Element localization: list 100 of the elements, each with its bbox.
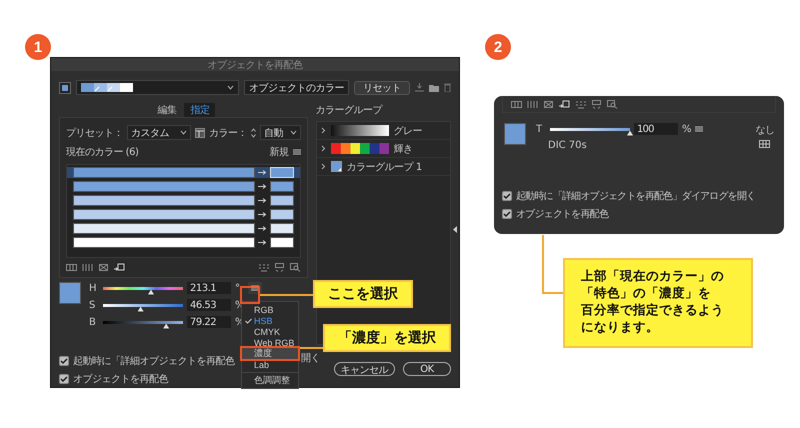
preset-dropdown[interactable]: カスタム bbox=[127, 125, 191, 140]
slider-thumb[interactable] bbox=[148, 290, 154, 294]
highlight-frame bbox=[240, 346, 300, 361]
checkbox[interactable] bbox=[502, 191, 512, 201]
arrow-icon bbox=[258, 198, 267, 203]
current-color-bar[interactable] bbox=[73, 209, 255, 220]
menu-item[interactable]: RGB bbox=[242, 304, 298, 315]
cancel-button[interactable]: キャンセル bbox=[334, 362, 395, 376]
checkbox[interactable] bbox=[59, 356, 69, 366]
ok-button[interactable]: OK bbox=[403, 362, 451, 376]
swatch-icon bbox=[330, 161, 342, 172]
color-group-dropdown[interactable] bbox=[76, 80, 239, 95]
section-header: カラーグループ bbox=[316, 104, 384, 117]
menu-icon[interactable] bbox=[695, 126, 703, 132]
current-color-bar[interactable] bbox=[73, 167, 255, 178]
arrow-grid-icon[interactable] bbox=[114, 263, 125, 272]
tab[interactable]: 指定 bbox=[184, 103, 216, 117]
arrow-grid-icon[interactable] bbox=[559, 100, 570, 108]
swatch-strip bbox=[81, 83, 133, 92]
checkbox-label: オブジェクトを再配色 bbox=[516, 208, 608, 221]
group-name: カラーグループ 1 bbox=[346, 160, 422, 174]
callout: 「濃度」を選択 bbox=[323, 324, 451, 352]
caret-icon[interactable] bbox=[227, 85, 234, 90]
gradient-swatch-strip bbox=[330, 125, 389, 136]
step-badge: 2 bbox=[485, 34, 511, 60]
arrow-icon bbox=[258, 184, 267, 189]
leader-line bbox=[300, 347, 323, 349]
checkbox[interactable] bbox=[502, 209, 512, 219]
caret-icon[interactable] bbox=[290, 130, 297, 135]
stepper-icon[interactable] bbox=[251, 128, 256, 138]
new-color-swatch[interactable] bbox=[270, 237, 294, 248]
slider-thumb[interactable] bbox=[138, 306, 144, 312]
name-field[interactable]: オブジェクトのカラー bbox=[244, 80, 349, 95]
caret-icon[interactable] bbox=[180, 130, 187, 135]
colors-label: カラー： bbox=[209, 126, 247, 140]
current-color-bar[interactable] bbox=[73, 223, 255, 234]
reset-button[interactable]: リセット bbox=[354, 80, 410, 94]
crossed-box-icon[interactable] bbox=[543, 100, 554, 108]
dots-icon[interactable] bbox=[575, 100, 586, 108]
value-field[interactable]: 79.22 bbox=[187, 316, 231, 328]
checkbox-label: 起動時に「詳細オブジェクトを再配色 bbox=[73, 354, 234, 368]
collapse-icon[interactable] bbox=[453, 226, 457, 233]
dots-icon[interactable] bbox=[258, 263, 269, 272]
checkbox-label: 起動時に「詳細オブジェクトを再配色」ダイアログを開く bbox=[516, 190, 756, 203]
value-field[interactable]: 46.53 bbox=[187, 299, 231, 311]
new-color-swatch[interactable] bbox=[270, 223, 294, 234]
bars-icon[interactable] bbox=[82, 263, 93, 272]
table-icon[interactable] bbox=[195, 128, 205, 138]
new-color-swatch[interactable] bbox=[270, 181, 294, 192]
magnifier-icon[interactable] bbox=[607, 100, 618, 108]
list-header: 現在のカラー (6) bbox=[66, 146, 138, 159]
multicolor-swatch-strip bbox=[330, 143, 389, 154]
slider-thumb[interactable] bbox=[627, 130, 633, 136]
color-row[interactable] bbox=[67, 167, 300, 178]
crossed-box-icon[interactable] bbox=[98, 263, 109, 272]
color-group-row[interactable]: カラーグループ 1 bbox=[316, 158, 450, 176]
color-swatch bbox=[59, 282, 81, 304]
checkbox[interactable] bbox=[59, 374, 69, 384]
grid-icon[interactable] bbox=[511, 100, 522, 108]
bars-icon[interactable] bbox=[527, 100, 538, 108]
current-color-bar[interactable] bbox=[73, 195, 255, 206]
swatch-icon[interactable] bbox=[59, 82, 71, 94]
menu-icon[interactable] bbox=[292, 149, 301, 155]
chevron-icon[interactable] bbox=[320, 163, 326, 170]
colors-dropdown[interactable]: 自動 bbox=[260, 125, 301, 140]
note-text: 上部「現在のカラー」の bbox=[581, 268, 725, 285]
magnifier-icon[interactable] bbox=[290, 263, 301, 272]
menu-icon[interactable] bbox=[251, 285, 259, 291]
tab[interactable]: 編集 bbox=[151, 103, 182, 117]
menu-item[interactable]: CMYK bbox=[242, 326, 298, 337]
arrow-icon bbox=[258, 170, 267, 175]
list-header: 新規 bbox=[270, 146, 289, 159]
current-color-bar[interactable] bbox=[73, 237, 255, 248]
grid-icon[interactable] bbox=[759, 140, 770, 148]
current-color-bar[interactable] bbox=[73, 181, 255, 192]
value-field[interactable]: 100 bbox=[634, 123, 678, 135]
chevron-icon[interactable] bbox=[320, 145, 326, 152]
group-name: 輝き bbox=[394, 142, 413, 156]
menu-item[interactable]: Lab bbox=[242, 359, 298, 370]
grid-icon[interactable] bbox=[66, 263, 77, 272]
menu-item[interactable]: Web RGB bbox=[242, 337, 298, 348]
menu-item[interactable]: 色調調整 bbox=[242, 375, 298, 386]
none-label: なし bbox=[756, 124, 774, 137]
new-color-swatch[interactable] bbox=[270, 209, 294, 220]
chevron-icon[interactable] bbox=[320, 127, 326, 134]
unit-label: % bbox=[682, 124, 691, 134]
download-icon[interactable] bbox=[415, 83, 424, 92]
note-text: になります。 bbox=[581, 318, 660, 336]
color-swatch bbox=[504, 123, 526, 145]
menu-item[interactable]: HSB bbox=[242, 315, 298, 326]
callout: ここを選択 bbox=[313, 280, 413, 308]
slider-thumb[interactable] bbox=[163, 324, 170, 328]
value-field[interactable]: 213.1 bbox=[187, 282, 231, 294]
folder-icon[interactable] bbox=[429, 84, 439, 92]
color-group-row[interactable]: グレー bbox=[316, 122, 450, 140]
new-color-swatch[interactable] bbox=[270, 195, 294, 206]
color-group-row[interactable]: 輝き bbox=[316, 140, 450, 158]
checkbox-label: 開く bbox=[301, 352, 320, 365]
unit-label: ° bbox=[235, 282, 240, 294]
menu-item[interactable]: 濃度 bbox=[242, 348, 298, 359]
